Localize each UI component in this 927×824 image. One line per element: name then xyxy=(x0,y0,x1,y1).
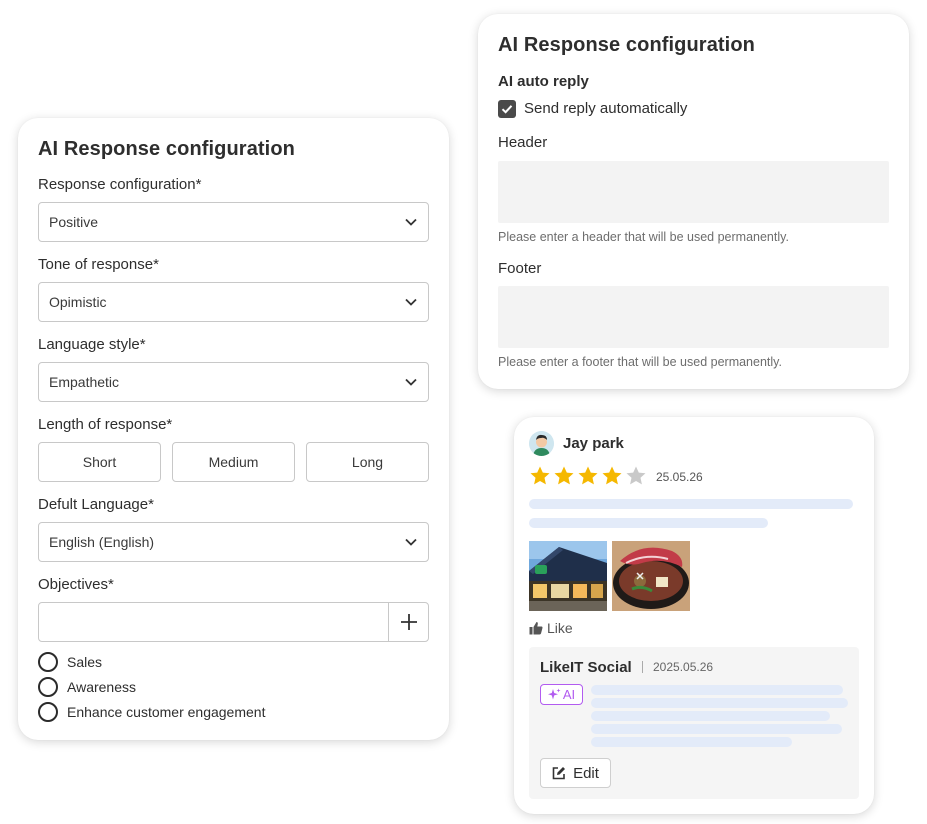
auto-reply-section-label: AI auto reply xyxy=(498,73,589,90)
like-button[interactable]: Like xyxy=(529,620,573,636)
length-of-response-label: Length of response* xyxy=(38,416,173,433)
footer-hint: Please enter a footer that will be used … xyxy=(498,355,782,369)
objective-option-sales[interactable]: Sales xyxy=(38,652,102,672)
star-icon xyxy=(578,466,598,485)
review-text-placeholder xyxy=(529,499,853,509)
send-automatically-checkbox[interactable] xyxy=(498,100,516,118)
tone-of-response-value: Opimistic xyxy=(49,294,107,310)
default-language-label: Defult Language* xyxy=(38,496,154,513)
response-configuration-select[interactable]: Positive xyxy=(38,202,429,242)
review-date: 25.05.26 xyxy=(656,470,703,484)
length-medium-button[interactable]: Medium xyxy=(172,442,295,482)
reply-author: LikeIT Social xyxy=(540,659,632,676)
avatar xyxy=(529,431,554,456)
review-text-placeholder xyxy=(529,518,768,528)
length-short-button[interactable]: Short xyxy=(38,442,161,482)
default-language-value: English (English) xyxy=(49,534,155,550)
edit-icon xyxy=(552,767,566,780)
check-icon xyxy=(501,105,513,114)
star-icon xyxy=(530,466,550,485)
length-long-button[interactable]: Long xyxy=(306,442,429,482)
like-label: Like xyxy=(547,620,573,636)
language-style-value: Empathetic xyxy=(49,374,120,390)
chevron-down-icon xyxy=(405,298,417,306)
response-config-card: AI Response configuration Response confi… xyxy=(18,118,449,740)
tone-of-response-select[interactable]: Opimistic xyxy=(38,282,429,322)
divider xyxy=(642,661,643,673)
thumbs-up-icon xyxy=(529,622,543,635)
reply-text-placeholder xyxy=(591,724,842,734)
objective-option-label: Sales xyxy=(67,654,103,670)
chevron-down-icon xyxy=(405,378,417,386)
ai-badge: AI xyxy=(540,684,583,705)
language-style-select[interactable]: Empathetic xyxy=(38,362,429,402)
edit-label: Edit xyxy=(573,764,599,782)
review-photo-storefront[interactable] xyxy=(529,541,607,611)
edit-reply-button[interactable]: Edit xyxy=(540,758,611,788)
star-rating xyxy=(528,464,648,488)
radio-button[interactable] xyxy=(38,677,58,697)
objective-option-engagement[interactable]: Enhance customer engagement xyxy=(38,702,265,722)
default-language-select[interactable]: English (English) xyxy=(38,522,429,562)
sparkle-icon xyxy=(547,688,561,700)
reply-box: LikeIT Social 2025.05.26 AI Edit xyxy=(529,647,859,799)
header-input[interactable] xyxy=(498,161,889,223)
chevron-down-icon xyxy=(405,538,417,546)
review-card: Jay park 25.05.26 Like LikeIT Social 202… xyxy=(514,417,874,814)
reviewer-name: Jay park xyxy=(563,435,624,452)
ai-badge-label: AI xyxy=(562,687,576,702)
footer-label: Footer xyxy=(498,260,542,277)
reply-date: 2025.05.26 xyxy=(653,660,714,674)
review-photo-food[interactable] xyxy=(612,541,690,611)
star-icon xyxy=(626,466,646,485)
chevron-down-icon xyxy=(405,218,417,226)
reply-text-placeholder xyxy=(591,685,843,695)
add-objective-button[interactable] xyxy=(388,603,428,641)
footer-input[interactable] xyxy=(498,286,889,348)
response-configuration-label: Response configuration* xyxy=(38,176,202,193)
card-title: AI Response configuration xyxy=(38,138,295,160)
objectives-label: Objectives* xyxy=(38,576,114,593)
radio-button[interactable] xyxy=(38,652,58,672)
language-style-label: Language style* xyxy=(38,336,146,353)
reply-text-placeholder xyxy=(591,711,830,721)
reply-text-placeholder xyxy=(591,737,792,747)
objective-option-label: Awareness xyxy=(67,679,137,695)
card-title: AI Response configuration xyxy=(498,34,755,56)
star-icon xyxy=(554,466,574,485)
reply-text-placeholder xyxy=(591,698,848,708)
radio-button[interactable] xyxy=(38,702,58,722)
auto-reply-card: AI Response configuration AI auto reply … xyxy=(478,14,909,389)
response-configuration-value: Positive xyxy=(49,214,99,230)
send-automatically-label: Send reply automatically xyxy=(524,100,688,117)
objective-option-awareness[interactable]: Awareness xyxy=(38,677,136,697)
star-icon xyxy=(602,466,622,485)
header-label: Header xyxy=(498,134,548,151)
objective-option-label: Enhance customer engagement xyxy=(67,704,266,720)
objectives-input[interactable] xyxy=(38,602,429,642)
tone-of-response-label: Tone of response* xyxy=(38,256,159,273)
header-hint: Please enter a header that will be used … xyxy=(498,230,789,244)
plus-icon xyxy=(400,614,417,630)
